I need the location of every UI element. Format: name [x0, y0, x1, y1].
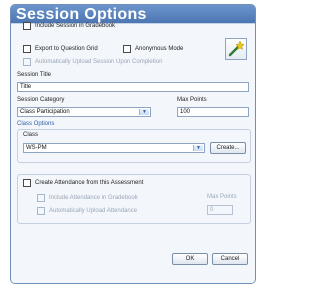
anonymous-mode-checkbox[interactable]: Anonymous Mode: [123, 45, 183, 53]
export-grid-box[interactable]: [23, 45, 31, 53]
session-category-value: Class Participation: [20, 109, 70, 115]
session-title-input[interactable]: Title: [17, 82, 249, 92]
include-gradebook-label: Include Session in Gradebook: [35, 23, 116, 29]
auto-upload-box[interactable]: [23, 58, 31, 66]
export-grid-label: Export to Question Grid: [35, 46, 98, 52]
include-gradebook-checkbox[interactable]: Include Session in Gradebook: [23, 22, 115, 30]
export-grid-checkbox[interactable]: Export to Question Grid: [23, 45, 98, 53]
class-options-label: Class Options: [17, 121, 55, 127]
anonymous-mode-label: Anonymous Mode: [135, 46, 184, 52]
max-points-value: 100: [180, 109, 191, 115]
class-select[interactable]: WS-PM ▼: [23, 143, 205, 153]
anonymous-mode-box[interactable]: [123, 45, 131, 53]
magic-wand-icon: [228, 40, 245, 57]
auto-upload-attendance-checkbox[interactable]: Automatically Upload Attendance: [37, 207, 137, 215]
chevron-down-icon[interactable]: ▼: [193, 145, 203, 151]
auto-upload-attendance-label: Automatically Upload Attendance: [49, 208, 138, 214]
create-attendance-box[interactable]: [23, 179, 31, 187]
class-label-row: Class: [23, 132, 38, 138]
create-attendance-label: Create Attendance from this Assessment: [35, 180, 144, 186]
attendance-max-points-input[interactable]: 0: [207, 205, 233, 215]
session-title-label-row: Session Title: [17, 72, 51, 78]
class-label: Class: [23, 132, 39, 138]
session-options-dialog: Session Options Include Session in Grade…: [10, 4, 256, 284]
chevron-down-icon[interactable]: ▼: [139, 109, 149, 115]
max-points-input[interactable]: 100: [177, 107, 249, 117]
session-category-label: Session Category: [17, 97, 65, 103]
create-attendance-checkbox[interactable]: Create Attendance from this Assessment: [23, 179, 143, 187]
max-points-label: Max Points: [177, 97, 207, 103]
session-category-select[interactable]: Class Participation ▼: [17, 107, 151, 117]
attendance-max-points-value: 0: [210, 207, 214, 213]
include-attendance-label: Include Attendance in Gradebook: [49, 195, 138, 201]
session-title-value: Title: [20, 84, 32, 90]
session-category-label-row: Session Category: [17, 97, 64, 103]
cancel-button[interactable]: Cancel: [212, 253, 248, 265]
session-title-label: Session Title: [17, 72, 52, 78]
include-gradebook-box[interactable]: [23, 22, 31, 30]
auto-upload-checkbox[interactable]: Automatically Upload Session Upon Comple…: [23, 58, 162, 66]
include-attendance-box[interactable]: [37, 194, 45, 202]
ok-button[interactable]: OK: [172, 253, 208, 265]
attendance-max-points-label: Max Points: [207, 194, 237, 200]
auto-upload-label: Automatically Upload Session Upon Comple…: [35, 59, 163, 65]
auto-upload-attendance-box[interactable]: [37, 207, 45, 215]
magic-wand-button[interactable]: [225, 38, 247, 60]
include-attendance-checkbox[interactable]: Include Attendance in Gradebook: [37, 194, 138, 202]
max-points-label-row: Max Points: [177, 97, 207, 103]
attendance-max-points-label-row: Max Points: [207, 194, 237, 200]
create-button[interactable]: Create...: [210, 142, 246, 154]
class-options-label-row: Class Options: [17, 121, 54, 127]
class-value: WS-PM: [26, 145, 47, 151]
dialog-body: Include Session in Gradebook Export to Q…: [11, 22, 255, 283]
